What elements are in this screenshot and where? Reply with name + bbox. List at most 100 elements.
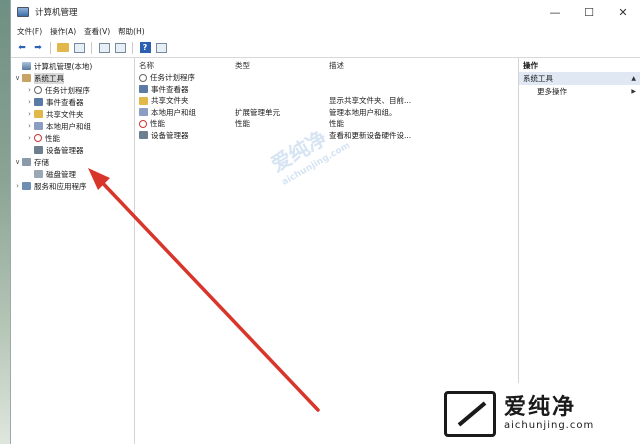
- column-header-type[interactable]: 类型: [235, 60, 329, 71]
- expand-chevron-icon[interactable]: ›: [25, 110, 34, 118]
- actions-section-system-tools[interactable]: 系统工具 ▲: [519, 72, 640, 85]
- export-list-button[interactable]: [113, 41, 127, 55]
- menu-help[interactable]: 帮助(H): [118, 26, 145, 37]
- toolbar-separator: [91, 41, 92, 54]
- expand-chevron-icon[interactable]: ›: [13, 182, 22, 190]
- brand-url: aichunjing.com: [504, 420, 595, 431]
- forward-arrow-icon[interactable]: ➡: [31, 41, 45, 55]
- title-bar[interactable]: 计算机管理 — ☐ ✕: [11, 0, 640, 24]
- list-item-name: 任务计划程序: [150, 73, 195, 83]
- list-header: 名称 类型 描述: [135, 58, 518, 72]
- computer-management-icon: [17, 7, 29, 17]
- folder-icon: [57, 43, 69, 52]
- tools-icon: [22, 74, 31, 82]
- menu-file[interactable]: 文件(F): [17, 26, 42, 37]
- tree-node-label: 存储: [34, 157, 49, 167]
- list-cell-name: 性能: [139, 118, 235, 129]
- computer-management-window: 计算机管理 — ☐ ✕ 文件(F) 操作(A) 查看(V) 帮助(H) ⬅ ➡ …: [10, 0, 640, 444]
- expand-chevron-icon[interactable]: ›: [25, 134, 34, 142]
- export-icon: [114, 42, 126, 53]
- properties-button[interactable]: [97, 41, 111, 55]
- close-button[interactable]: ✕: [606, 0, 640, 24]
- tree-node-computer-management[interactable]: 计算机管理(本地): [11, 60, 134, 72]
- device-icon: [34, 146, 43, 154]
- brand-logo-icon: [444, 390, 496, 437]
- tree-node-label: 本地用户和组: [46, 121, 91, 131]
- collapse-chevron-icon[interactable]: ∨: [13, 74, 22, 82]
- expand-chevron-icon[interactable]: ›: [25, 86, 34, 94]
- services-icon: [22, 182, 31, 190]
- tree-node-label: 性能: [45, 133, 60, 143]
- list-item[interactable]: 设备管理器 查看和更新设备硬件设...: [135, 130, 518, 142]
- share-icon: [139, 96, 148, 105]
- tree-node-local-users-groups[interactable]: › 本地用户和组: [11, 120, 134, 132]
- list-item[interactable]: 共享文件夹 显示共享文件夹、目前...: [135, 95, 518, 107]
- list-cell-name: 共享文件夹: [139, 95, 235, 106]
- toolbar-separator: [50, 41, 51, 54]
- list-item-name: 共享文件夹: [151, 96, 189, 106]
- tree-node-device-manager[interactable]: 设备管理器: [11, 144, 134, 156]
- users-icon: [139, 108, 148, 117]
- tree-node-performance[interactable]: › 性能: [11, 132, 134, 144]
- menu-view[interactable]: 查看(V): [84, 26, 110, 37]
- tree-node-label: 服务和应用程序: [34, 181, 87, 191]
- clock-icon: [139, 73, 147, 82]
- list-cell-name: 任务计划程序: [139, 72, 235, 83]
- tree-node-shared-folders[interactable]: › 共享文件夹: [11, 108, 134, 120]
- tree-node-label: 计算机管理(本地): [34, 61, 93, 71]
- share-icon: [34, 110, 43, 118]
- list-item[interactable]: 任务计划程序: [135, 72, 518, 84]
- back-arrow-icon[interactable]: ⬅: [15, 41, 29, 55]
- brand-watermark: 爱纯净 aichunjing.com: [436, 383, 640, 444]
- users-icon: [34, 122, 43, 130]
- tree-node-task-scheduler[interactable]: › 任务计划程序: [11, 84, 134, 96]
- list-cell-name: 本地用户和组: [139, 107, 235, 118]
- list-item-description: 性能: [329, 119, 344, 129]
- list-item-description: 显示共享文件夹、目前...: [329, 96, 412, 106]
- list-item-type: 性能: [235, 119, 250, 129]
- window-title: 计算机管理: [35, 8, 78, 18]
- tree-node-label: 系统工具: [34, 72, 64, 84]
- show-hide-tree-button[interactable]: [72, 41, 86, 55]
- list-cell-name: 事件查看器: [139, 84, 235, 95]
- tree-node-event-viewer[interactable]: › 事件查看器: [11, 96, 134, 108]
- toolbar-separator: [132, 41, 133, 54]
- show-action-pane-button[interactable]: [154, 41, 168, 55]
- list-item-type: 扩展管理单元: [235, 107, 280, 117]
- column-header-description[interactable]: 描述: [329, 60, 469, 71]
- list-item[interactable]: 事件查看器: [135, 84, 518, 96]
- tree-node-system-tools[interactable]: ∨ 系统工具: [11, 72, 134, 84]
- list-item-name: 事件查看器: [151, 84, 189, 94]
- disk-icon: [34, 170, 43, 178]
- toolbar: ⬅ ➡ ?: [11, 38, 640, 58]
- tree-node-storage[interactable]: ∨ 存储: [11, 156, 134, 168]
- list-item-name: 本地用户和组: [151, 107, 196, 117]
- tree-node-label: 任务计划程序: [45, 85, 90, 95]
- expand-chevron-icon[interactable]: ›: [25, 122, 34, 130]
- list-item[interactable]: 本地用户和组 扩展管理单元 管理本地用户和组。: [135, 107, 518, 119]
- menu-action[interactable]: 操作(A): [50, 26, 76, 37]
- list-item-name: 性能: [150, 119, 165, 129]
- menu-bar: 文件(F) 操作(A) 查看(V) 帮助(H): [11, 24, 640, 38]
- list-item-description: 管理本地用户和组。: [329, 107, 397, 117]
- tree-node-label: 设备管理器: [46, 145, 84, 155]
- clock-icon: [34, 86, 42, 94]
- tree-node-services-applications[interactable]: › 服务和应用程序: [11, 180, 134, 192]
- minimize-button[interactable]: —: [538, 0, 572, 24]
- actions-section-label: 系统工具: [523, 74, 553, 83]
- expand-chevron-icon[interactable]: ›: [25, 98, 34, 106]
- help-button[interactable]: ?: [138, 41, 152, 55]
- list-item[interactable]: 性能 性能 性能: [135, 118, 518, 130]
- collapse-chevron-icon[interactable]: ∨: [13, 158, 22, 166]
- maximize-button[interactable]: ☐: [572, 0, 606, 24]
- tree-node-disk-management[interactable]: 磁盘管理: [11, 168, 134, 180]
- column-header-name[interactable]: 名称: [139, 60, 235, 71]
- up-folder-button[interactable]: [56, 41, 70, 55]
- storage-icon: [22, 158, 31, 166]
- tree-node-label: 磁盘管理: [46, 169, 76, 179]
- more-actions-item[interactable]: 更多操作 ▶: [519, 85, 640, 98]
- console-tree: 计算机管理(本地) ∨ 系统工具 › 任务计划程序 › 事件查看器 › 共享文件…: [11, 58, 135, 444]
- window-controls: — ☐ ✕: [538, 0, 640, 24]
- properties-icon: [98, 42, 110, 53]
- tree-node-label: 事件查看器: [46, 97, 84, 107]
